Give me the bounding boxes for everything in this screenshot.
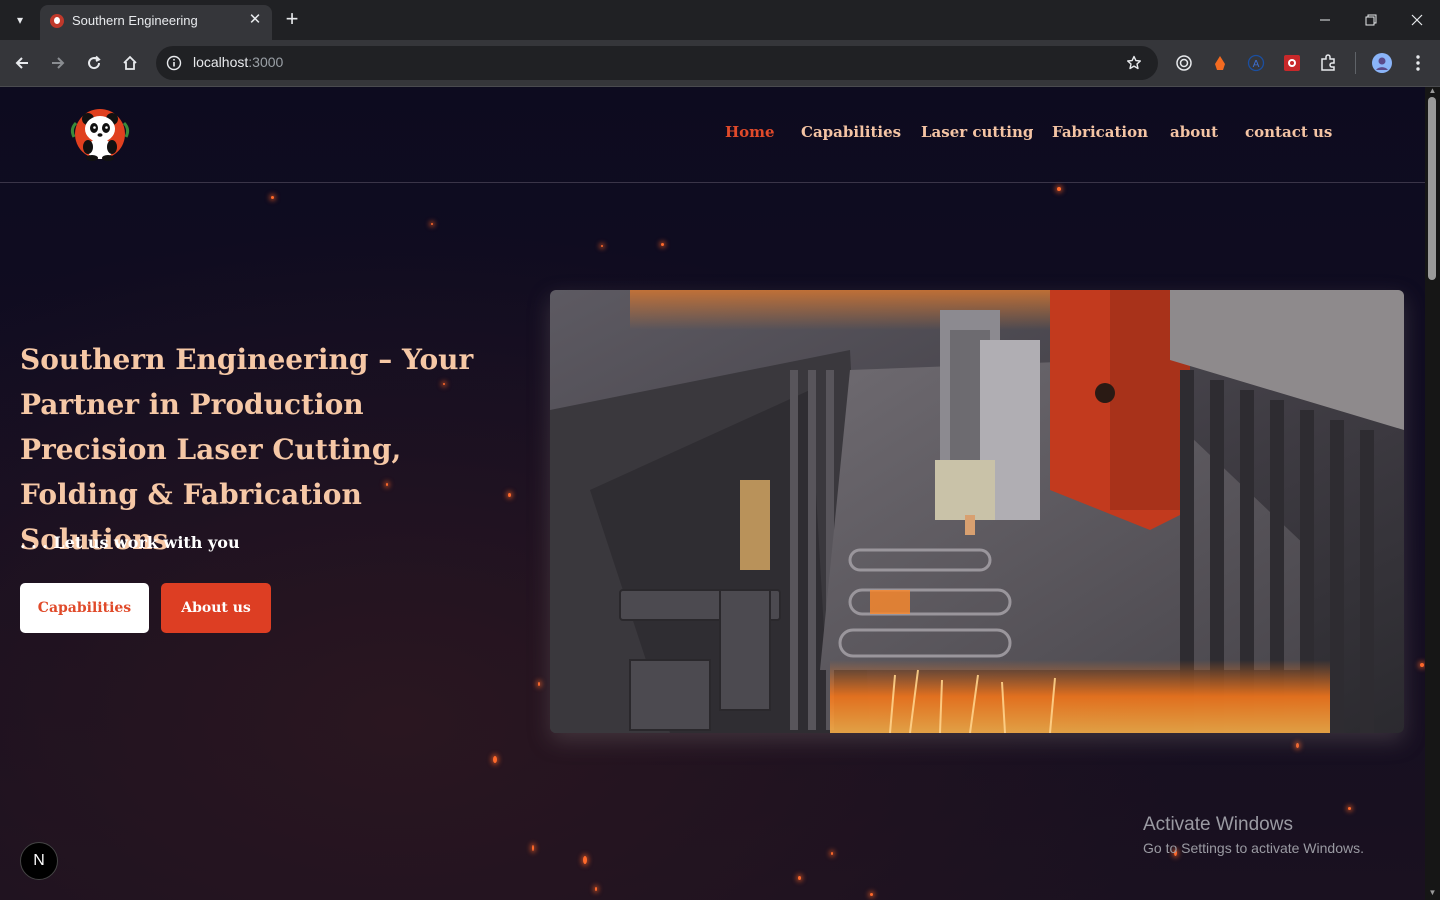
spark	[1057, 187, 1061, 191]
spark	[870, 893, 873, 896]
scroll-thumb[interactable]	[1428, 97, 1436, 280]
nav-laser-cutting[interactable]: Laser cutting	[921, 123, 1033, 141]
extensions-puzzle-icon[interactable]	[1317, 52, 1339, 74]
page-viewport: Home Capabilities Laser cutting Fabricat…	[0, 87, 1425, 900]
nav-contact-us[interactable]: contact us	[1245, 123, 1332, 141]
spark	[595, 887, 597, 891]
spark	[538, 682, 540, 686]
browser-tab[interactable]: Southern Engineering ✕	[40, 5, 272, 40]
browser-toolbar: localhost:3000 A	[0, 40, 1440, 87]
spark	[532, 845, 534, 851]
about-us-button[interactable]: About us	[161, 583, 271, 633]
nav-fabrication[interactable]: Fabrication	[1052, 123, 1148, 141]
new-tab-icon[interactable]: +	[282, 8, 302, 32]
scroll-down-icon[interactable]: ▼	[1428, 889, 1437, 897]
site-info-icon[interactable]	[164, 53, 184, 73]
url-text: localhost:3000	[193, 54, 283, 70]
extension-red-icon[interactable]	[1281, 52, 1303, 74]
spark	[583, 856, 587, 864]
tab-close-icon[interactable]: ✕	[246, 11, 264, 29]
hero-subtitle: . . . Let us work with you	[20, 533, 240, 552]
site-favicon-icon	[50, 14, 64, 28]
panda-logo[interactable]	[68, 107, 132, 161]
hero-title: Southern Engineering – Your Partner in P…	[20, 343, 474, 556]
spark	[661, 243, 664, 246]
capabilities-button[interactable]: Capabilities	[20, 583, 149, 633]
spark	[831, 852, 833, 855]
close-window-icon[interactable]	[1394, 0, 1440, 40]
spark	[601, 245, 603, 247]
tab-title: Southern Engineering	[72, 13, 198, 28]
nav-home[interactable]: Home	[725, 123, 775, 141]
url-host: localhost	[193, 54, 249, 70]
watermark-line-2: Go to Settings to activate Windows.	[1143, 840, 1364, 856]
spark	[493, 756, 497, 763]
spark	[1348, 807, 1351, 810]
bookmark-star-icon[interactable]	[1124, 53, 1144, 73]
scroll-up-icon[interactable]: ▲	[1428, 87, 1437, 95]
extension-target-icon[interactable]	[1173, 52, 1195, 74]
back-arrow-icon[interactable]	[9, 50, 35, 76]
nextjs-dev-badge[interactable]: N	[20, 842, 58, 880]
toolbar-separator	[1355, 52, 1356, 74]
restore-icon[interactable]	[1348, 0, 1394, 40]
spark	[271, 196, 274, 199]
browser-menu-icon[interactable]	[1407, 52, 1429, 74]
tab-search-icon[interactable]: ▾	[8, 8, 32, 32]
spark	[508, 493, 511, 497]
extension-a-icon[interactable]: A	[1245, 52, 1267, 74]
spark	[1296, 743, 1299, 748]
address-bar[interactable]: localhost:3000	[156, 46, 1158, 80]
watermark-line-1: Activate Windows	[1143, 814, 1293, 835]
spark	[431, 223, 433, 225]
svg-text:A: A	[1253, 59, 1260, 70]
nav-capabilities[interactable]: Capabilities	[801, 123, 901, 141]
forward-arrow-icon[interactable]	[45, 50, 71, 76]
profile-avatar-icon[interactable]	[1371, 52, 1393, 74]
laser-cutting-hero-image	[550, 290, 1404, 733]
page-scrollbar[interactable]: ▲ ▼	[1425, 87, 1440, 900]
reload-icon[interactable]	[81, 50, 107, 76]
home-icon[interactable]	[117, 50, 143, 76]
nav-about[interactable]: about	[1170, 123, 1218, 141]
windows-activation-watermark: Activate Windows Go to Settings to activ…	[1143, 814, 1364, 856]
site-header: Home Capabilities Laser cutting Fabricat…	[0, 87, 1425, 183]
spark	[1420, 663, 1424, 667]
extension-orange-icon[interactable]	[1209, 52, 1231, 74]
spark	[798, 876, 801, 880]
minimize-icon[interactable]	[1302, 0, 1348, 40]
url-port: :3000	[248, 54, 284, 70]
browser-titlebar: ▾ Southern Engineering ✕ +	[0, 0, 1440, 40]
